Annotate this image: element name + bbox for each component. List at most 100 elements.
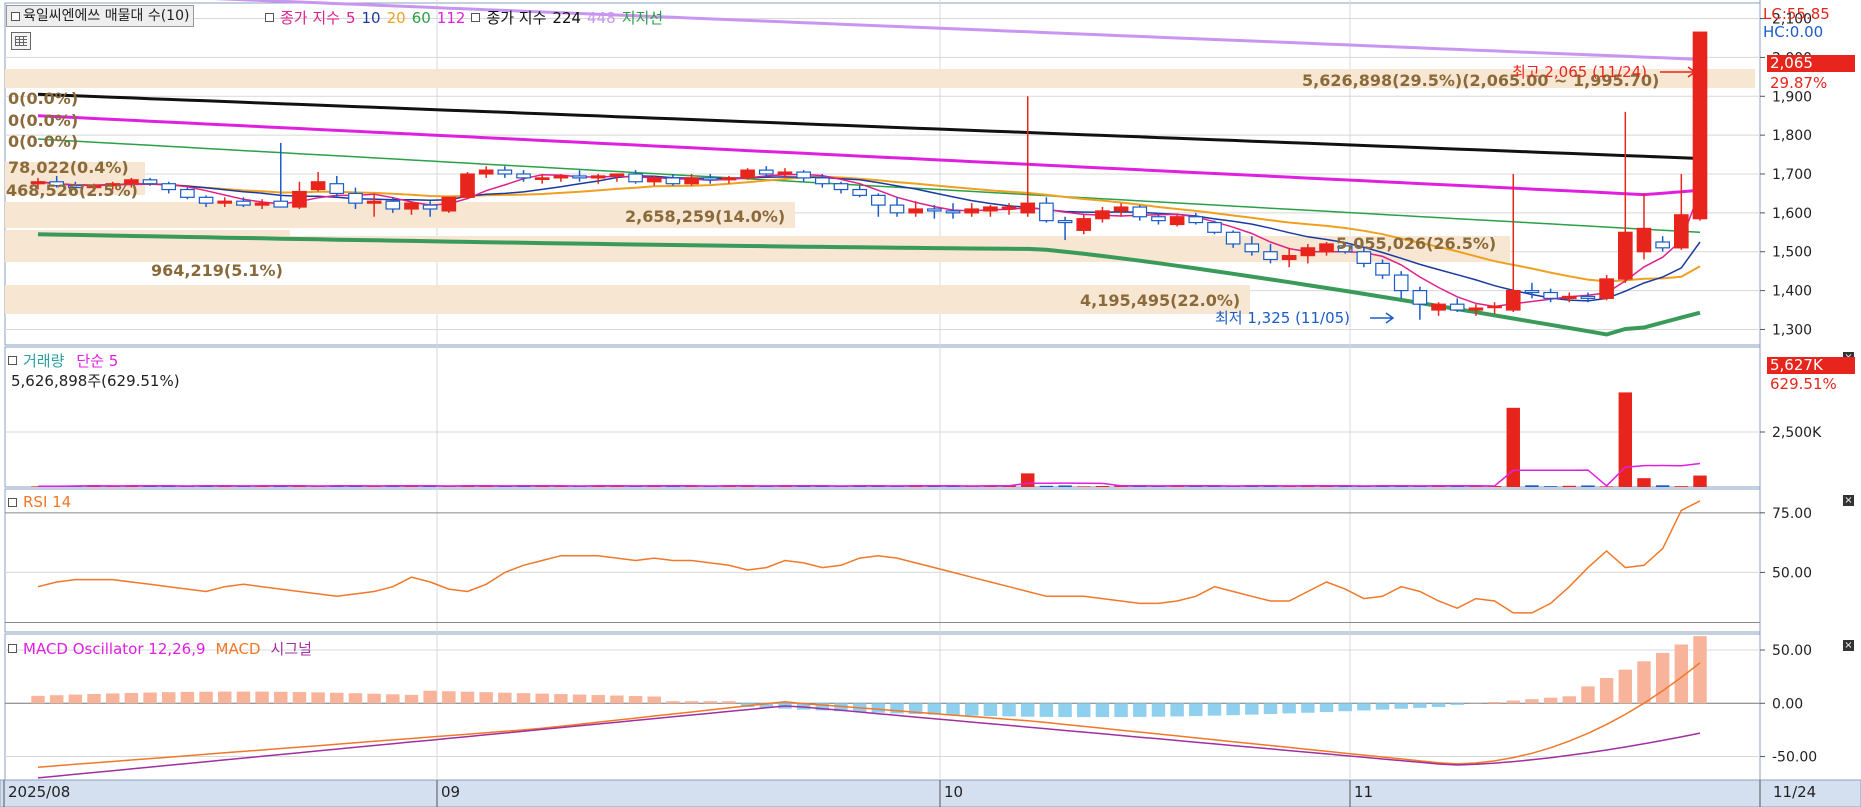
macd-osc-bar: [236, 691, 251, 704]
macd-osc-bar: [479, 692, 493, 704]
macd-osc-bar: [1039, 703, 1054, 717]
candle-body: [628, 173, 643, 183]
candle-body: [217, 200, 233, 204]
macd-osc-bar: [1543, 697, 1558, 704]
macd-osc-bar: [404, 694, 419, 704]
candle-body: [1039, 202, 1054, 222]
macd-osc-bar: [442, 691, 456, 704]
candle-body: [1543, 291, 1558, 299]
candle-body: [964, 208, 980, 214]
hc-label: HC:0.00: [1763, 23, 1824, 41]
ma10-label: 10: [361, 8, 381, 27]
checkbox-icon[interactable]: [8, 644, 17, 653]
macd-osc-bar: [348, 693, 363, 704]
macd-osc-bar: [703, 701, 717, 704]
macd-osc-bar: [460, 691, 475, 704]
candle-body: [422, 204, 438, 210]
macd-osc-bar: [1133, 703, 1147, 717]
rsi-tick-label: 50.00: [1772, 565, 1812, 581]
macd-osc-bar: [386, 694, 400, 704]
date-axis: [0, 779, 1861, 807]
ma20-label: 20: [386, 8, 406, 27]
candle-body: [1674, 214, 1689, 249]
macd-osc-bar: [1114, 703, 1128, 718]
checkbox-icon[interactable]: [471, 13, 481, 22]
candle-body: [273, 200, 289, 208]
ma448-label: 448: [587, 8, 616, 27]
macd-osc-bar: [1581, 686, 1595, 704]
macd-osc-bar: [647, 696, 661, 704]
candle-body: [310, 181, 326, 191]
panel-frame: [4, 488, 1761, 633]
checkbox-icon[interactable]: [8, 356, 17, 365]
lc-label: LC:55.85: [1763, 5, 1830, 23]
rsi-title: RSI 14: [23, 493, 72, 511]
volume-profile-label: 5,055,026(26.5%): [1336, 234, 1496, 253]
macd-osc-bar: [572, 694, 587, 704]
candle-body: [1692, 31, 1708, 220]
macd-osc-bar: [610, 695, 624, 704]
volume-value-label: 5,626,898주(629.51%): [11, 372, 180, 390]
candle-body: [1001, 206, 1017, 210]
support-label: 지지선: [621, 9, 664, 27]
candle-body: [1281, 255, 1297, 261]
candle-body: [908, 208, 924, 214]
candle-body: [1263, 251, 1278, 261]
macd-osc-bar: [311, 692, 325, 704]
stock-chart[interactable]: 2025/0809101111/242,1002,0001,9001,8001,…: [0, 0, 1861, 807]
price-tick-label: 1,700: [1772, 167, 1812, 183]
candle-body: [348, 192, 363, 204]
macd-osc-bar: [1170, 703, 1184, 717]
candle-body: [478, 169, 494, 175]
macd-osc-bar: [1450, 703, 1464, 705]
candle-body: [1244, 243, 1260, 253]
price-tag: 2,065: [1767, 55, 1855, 72]
checkbox-icon[interactable]: [8, 497, 17, 507]
volume-tag-pct: 629.51%: [1770, 375, 1837, 393]
candle-body: [1431, 303, 1446, 311]
price-panel-title[interactable]: 육일씨엔에쓰 매물대 수(10): [6, 5, 195, 27]
macd-close-icon[interactable]: ×: [1843, 640, 1854, 651]
ma-label: 종가 지수: [280, 9, 340, 27]
macd-osc-bar: [292, 692, 307, 704]
macd-osc-bar: [964, 703, 979, 716]
macd-osc-bar: [423, 690, 437, 704]
macd-title: MACD Oscillator 12,26,9: [23, 639, 206, 658]
macd-osc-bar: [1319, 703, 1334, 713]
macd-tick-label: 0.00: [1772, 696, 1803, 712]
volume-bar: [1693, 475, 1707, 487]
checkbox-icon[interactable]: [265, 13, 274, 22]
volume-bar: [1095, 485, 1110, 487]
macd-osc-bar: [1245, 703, 1259, 715]
candle-body: [1207, 221, 1222, 233]
checkbox-icon[interactable]: [11, 11, 20, 21]
macd-osc-bar: [1058, 703, 1072, 718]
rsi-close-icon[interactable]: ×: [1843, 495, 1854, 506]
macd-osc-bar: [516, 693, 531, 704]
macd-osc-bar: [105, 693, 120, 704]
candle-body: [1580, 295, 1596, 299]
candle-body: [1300, 247, 1316, 257]
candle-body: [198, 196, 214, 204]
date-right-label: 11/24: [1773, 783, 1816, 801]
macd-osc-bar: [1413, 703, 1427, 708]
macd-osc-bar: [31, 695, 45, 704]
date-label: 09: [441, 783, 460, 801]
volume-bar: [1058, 485, 1072, 487]
macd-tick-label: 50.00: [1772, 643, 1812, 659]
candle-body: [1151, 216, 1166, 222]
volume-bar: [1674, 486, 1689, 487]
volume-bar: [1543, 486, 1558, 487]
candle-body: [1505, 289, 1521, 311]
candle-body: [1393, 274, 1409, 292]
volume-profile-label: 468,526(2.5%): [6, 181, 138, 200]
macd-osc-bar: [274, 691, 288, 704]
table-icon[interactable]: [11, 32, 31, 50]
macd-label: MACD: [215, 639, 261, 658]
volume-tick-label: 2,500K: [1772, 425, 1822, 441]
ma-legend: 종가 지수 5 10 20 60 112 종가 지수 224 448 지지선: [265, 7, 663, 28]
volume-ma-label: 단순 5: [76, 352, 119, 370]
macd-osc-bar: [1263, 703, 1278, 715]
macd-osc-bar: [1151, 703, 1166, 717]
change-tag: 29.87%: [1770, 74, 1828, 92]
